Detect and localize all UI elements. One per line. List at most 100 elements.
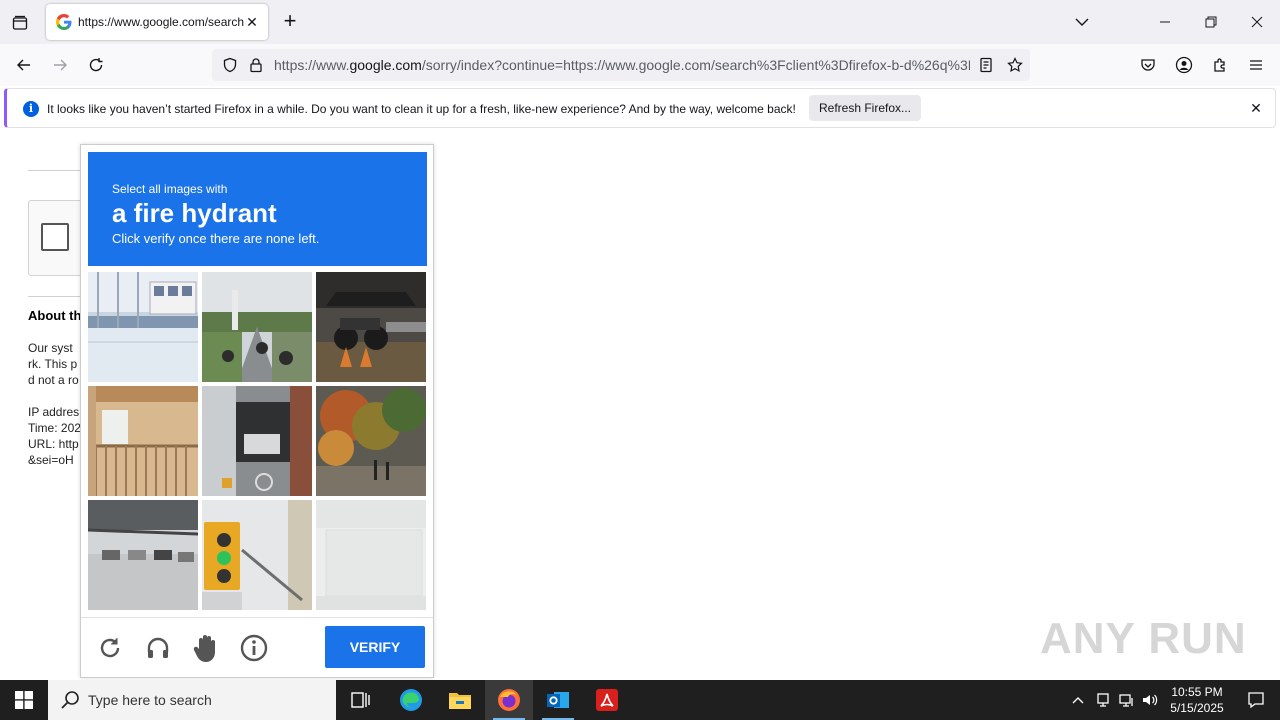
account-button[interactable] [1172, 53, 1196, 77]
minimize-button[interactable] [1142, 0, 1188, 44]
new-tab-button[interactable]: + [278, 10, 302, 34]
show-hidden-icons-button[interactable] [1068, 690, 1088, 710]
close-window-button[interactable] [1234, 0, 1280, 44]
bookmark-star-icon[interactable] [1003, 53, 1027, 77]
refresh-firefox-button[interactable]: Refresh Firefox... [809, 95, 921, 121]
outlook-taskbar-app[interactable] [534, 680, 582, 720]
taskbar-search-box[interactable]: Type here to search [48, 680, 336, 720]
firefox-taskbar-app[interactable] [485, 680, 533, 720]
verify-button[interactable]: VERIFY [325, 626, 425, 668]
hand-icon [193, 635, 215, 662]
account-icon [1175, 56, 1193, 74]
captcha-tile-6[interactable] [316, 386, 426, 496]
reload-button[interactable] [84, 53, 108, 77]
url-prefix: https://www. [274, 57, 350, 73]
close-notification-icon[interactable]: ✕ [1247, 99, 1265, 117]
recaptcha-widget[interactable] [28, 200, 88, 276]
extensions-button[interactable] [1208, 53, 1232, 77]
puzzle-icon [1214, 58, 1225, 72]
hamburger-menu-icon [1250, 60, 1262, 70]
task-view-icon [351, 692, 370, 708]
url-text[interactable]: https://www.google.com/sorry/index?conti… [274, 57, 970, 73]
captcha-tile-2[interactable] [202, 272, 312, 382]
tab-title: https://www.google.com/search?client=fir… [78, 15, 244, 29]
details-line: Time: 202 [28, 421, 81, 435]
about-heading: About th [28, 308, 82, 323]
menu-button[interactable] [1244, 53, 1268, 77]
captcha-tile-1[interactable] [88, 272, 198, 382]
firefox-icon [498, 689, 520, 711]
pocket-button[interactable] [1136, 53, 1160, 77]
firefox-view-button[interactable] [6, 9, 34, 37]
paragraph-line: d not a ro [28, 373, 79, 387]
tracking-protection-shield-icon[interactable] [218, 53, 242, 77]
task-view-button[interactable] [336, 680, 384, 720]
close-tab-icon[interactable]: ✕ [244, 14, 260, 30]
google-favicon-icon [56, 14, 72, 30]
windows-logo-icon [15, 691, 33, 709]
recaptcha-challenge-popup: Select all images with a fire hydrant Cl… [80, 144, 434, 678]
list-all-tabs-button[interactable] [1070, 10, 1094, 34]
url-path: /sorry/index?continue=https://www.google… [421, 57, 970, 73]
clock-date: 5/15/2025 [1170, 701, 1224, 715]
pocket-icon [1141, 59, 1155, 71]
details-line: IP addres [28, 405, 80, 419]
divider [28, 296, 88, 297]
reader-view-icon[interactable] [974, 53, 998, 77]
help-button[interactable] [191, 633, 221, 663]
captcha-tile-9[interactable] [316, 500, 426, 610]
notification-icon [1248, 692, 1264, 709]
notification-message: It looks like you haven’t started Firefo… [47, 102, 796, 116]
firefox-view-icon [12, 15, 28, 30]
taskbar-clock[interactable]: 10:55 PM 5/15/2025 [1160, 684, 1234, 716]
url-bar[interactable]: https://www.google.com/sorry/index?conti… [212, 49, 1030, 81]
details-line: &sei=oH [28, 453, 74, 467]
headphones-icon [147, 637, 169, 658]
forward-arrow-icon [54, 59, 67, 71]
meet-now-tray-icon[interactable] [1093, 690, 1113, 710]
action-center-button[interactable] [1236, 680, 1276, 720]
network-tray-icon[interactable] [1117, 690, 1137, 710]
tab-strip: https://www.google.com/search?client=fir… [0, 0, 1280, 44]
chevron-down-icon [1075, 18, 1089, 26]
divider [81, 617, 433, 618]
minimize-icon [1160, 21, 1170, 23]
recaptcha-checkbox[interactable] [41, 223, 69, 251]
instruction-line: Click verify once there are none left. [112, 231, 320, 246]
start-button[interactable] [0, 680, 48, 720]
search-placeholder: Type here to search [88, 692, 212, 708]
restore-icon [1205, 16, 1217, 28]
captcha-tile-5[interactable] [202, 386, 312, 496]
chevron-up-icon [1072, 697, 1084, 704]
acrobat-taskbar-app[interactable] [583, 680, 631, 720]
device-icon [1097, 693, 1109, 707]
forward-button[interactable] [48, 53, 72, 77]
folder-icon [449, 693, 471, 709]
captcha-tile-7[interactable] [88, 500, 198, 610]
acrobat-icon [596, 689, 618, 711]
active-tab[interactable]: https://www.google.com/search?client=fir… [46, 4, 268, 40]
back-button[interactable] [12, 53, 36, 77]
search-icon [61, 691, 79, 709]
windows-taskbar: Type here to search 10:55 PM 5/15/2025 [0, 680, 1280, 720]
info-icon: i [23, 101, 39, 117]
lock-icon[interactable] [244, 53, 268, 77]
paragraph-line: Our syst [28, 341, 73, 355]
restore-button[interactable] [1188, 0, 1234, 44]
reload-icon [100, 638, 120, 658]
file-explorer-taskbar-app[interactable] [436, 680, 484, 720]
edge-taskbar-app[interactable] [387, 680, 435, 720]
challenge-header: Select all images with a fire hydrant Cl… [88, 152, 427, 266]
new-challenge-button[interactable] [95, 633, 125, 663]
outlook-icon [547, 692, 569, 708]
captcha-tile-4[interactable] [88, 386, 198, 496]
info-icon [240, 634, 268, 662]
info-button[interactable] [239, 633, 269, 663]
audio-challenge-button[interactable] [143, 633, 173, 663]
close-icon [1251, 16, 1263, 28]
captcha-tile-8[interactable] [202, 500, 312, 610]
edge-icon [400, 689, 422, 711]
captcha-tile-3[interactable] [316, 272, 426, 382]
anyrun-watermark: ANY RUN [1040, 614, 1247, 663]
volume-tray-icon[interactable] [1140, 690, 1160, 710]
